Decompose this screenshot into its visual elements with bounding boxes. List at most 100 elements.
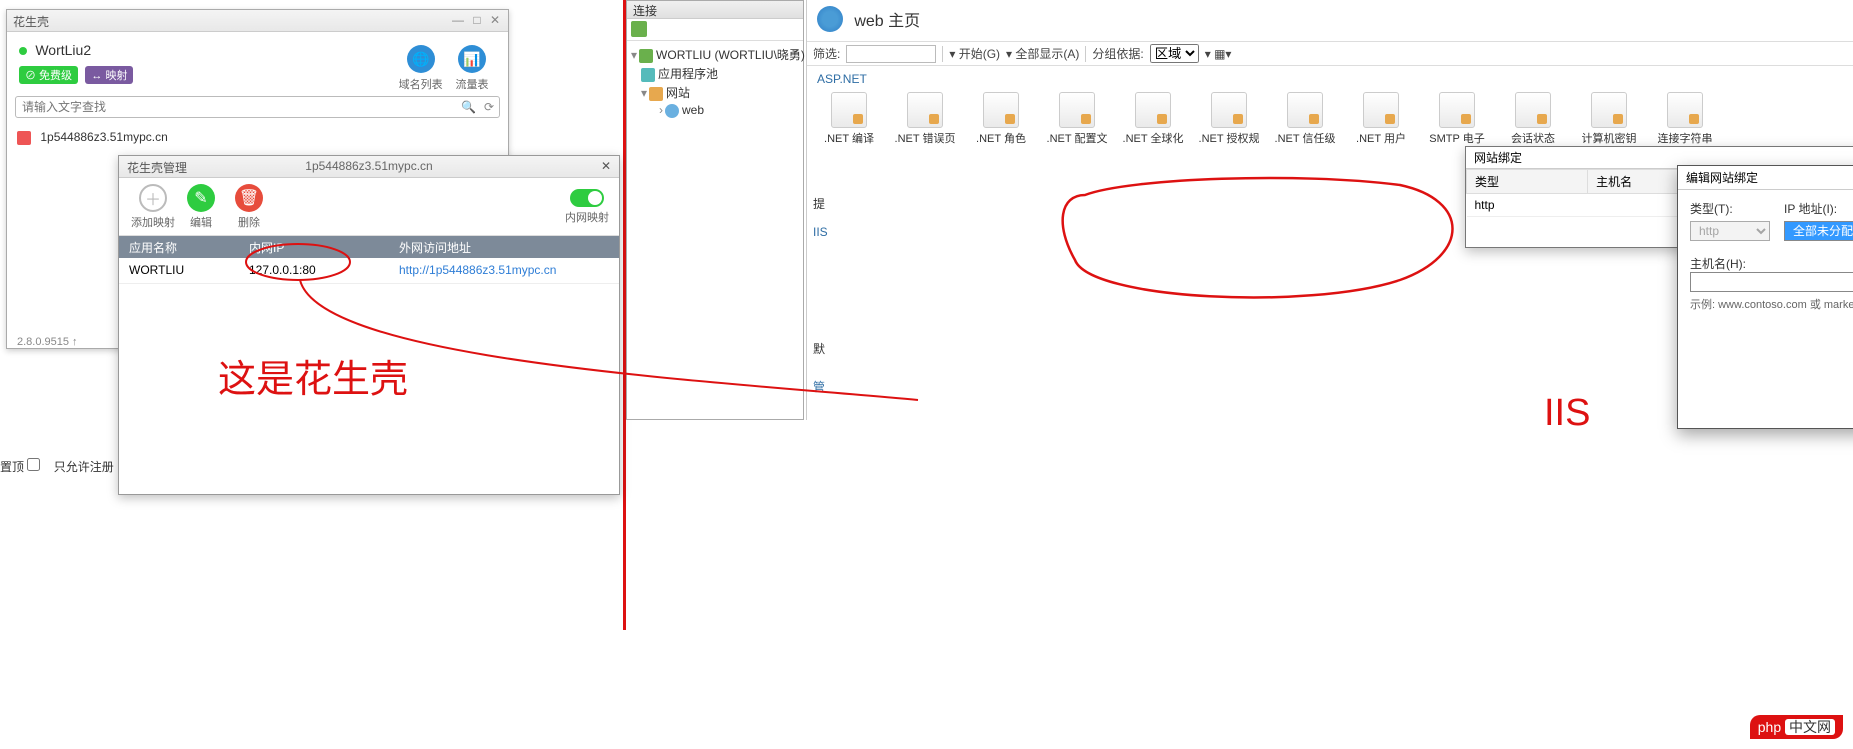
edit-binding-window: 编辑网站绑定 ? ✕ 类型(T): IP 地址(I): 端口(O): http … [1677, 165, 1853, 429]
iis-tree[interactable]: ▾WORTLIU (WORTLIU\晓勇) 应用程序池 ▾网站 ›web [627, 41, 803, 123]
maximize-icon[interactable]: □ [473, 13, 480, 27]
annotation-left: 这是花生壳 [218, 348, 408, 403]
iis-section-label: IIS [813, 225, 828, 239]
mgr-title-text: 花生壳管理 [127, 161, 187, 175]
close-icon[interactable]: ✕ [601, 159, 611, 173]
chart-icon: 📊 [458, 45, 486, 73]
flow-button[interactable]: 📊 流量表 [448, 45, 496, 92]
tree-pools[interactable]: 应用程序池 [658, 67, 718, 81]
oray-search-row: 🔍 ⟳ [15, 96, 500, 118]
groupby-select[interactable]: 区域 [1150, 44, 1199, 63]
showall-button[interactable]: 全部显示(A) [1015, 47, 1079, 61]
oray-version: 2.8.0.9515 ↑ [17, 336, 78, 348]
connections-title: 连接 [627, 1, 803, 19]
feature-item[interactable]: 会话状态 [1499, 88, 1567, 146]
feature-label: .NET 授权规 [1195, 130, 1263, 146]
feature-item[interactable]: .NET 信任级 [1271, 88, 1339, 146]
cell-url[interactable]: http://1p544886z3.51mypc.cn [389, 258, 619, 283]
watermark: php 中文网 [1750, 715, 1843, 739]
feature-label: 连接字符串 [1651, 130, 1719, 146]
connect-icon[interactable] [631, 21, 647, 37]
feature-icon [1515, 92, 1551, 128]
search-icon[interactable]: 🔍 [461, 100, 476, 114]
status-dot-icon [19, 47, 27, 55]
feature-item[interactable]: .NET 角色 [967, 88, 1035, 146]
feature-item[interactable]: 连接字符串 [1651, 88, 1719, 146]
feature-item[interactable]: 计算机密钥 [1575, 88, 1643, 146]
oray-domain-row[interactable]: 1p544886z3.51mypc.cn [7, 122, 508, 153]
feature-label: .NET 全球化 [1119, 130, 1187, 146]
feature-icon [983, 92, 1019, 128]
edit-button[interactable]: ✎编辑 [177, 184, 225, 230]
feature-icon [1667, 92, 1703, 128]
opt-pin-checkbox[interactable] [27, 458, 40, 471]
default-label: 默 [813, 340, 825, 357]
globe-icon [817, 6, 843, 32]
tree-server[interactable]: WORTLIU (WORTLIU\晓勇) [656, 48, 805, 62]
oray-username: WortLiu2 [35, 42, 91, 58]
opt-reg-label: 只允许注册 [54, 460, 114, 474]
page-title: web 主页 [854, 13, 920, 30]
start-button[interactable]: 开始(G) [959, 47, 1000, 61]
opt-pin-label: 置顶 [0, 460, 24, 474]
tree-sites[interactable]: 网站 [666, 86, 690, 100]
oray-manager-window: 花生壳管理 1p544886z3.51mypc.cn ✕ ＋添加映射 ✎编辑 🗑… [118, 155, 620, 495]
feature-item[interactable]: .NET 全球化 [1119, 88, 1187, 146]
ip-select[interactable]: 全部未分配 [1784, 221, 1853, 241]
server-icon [639, 49, 653, 63]
pool-icon [641, 68, 655, 82]
feature-icon [1363, 92, 1399, 128]
add-mapping-button[interactable]: ＋添加映射 [129, 184, 177, 230]
editbind-titlebar[interactable]: 编辑网站绑定 ? ✕ [1678, 166, 1853, 190]
table-row[interactable]: WORTLIU 127.0.0.1:80 http://1p544886z3.5… [119, 258, 619, 284]
aspnet-section: ASP.NET [807, 66, 1853, 88]
feature-icon [1591, 92, 1627, 128]
feature-item[interactable]: .NET 用户 [1347, 88, 1415, 146]
badge-map[interactable]: ↔ 映射 [85, 66, 133, 84]
feature-item[interactable]: .NET 错误页 [891, 88, 959, 146]
refresh-icon[interactable]: ⟳ [484, 100, 494, 114]
tree-web[interactable]: web [682, 103, 704, 117]
type-label: 类型(T): [1690, 200, 1770, 217]
search-input[interactable] [15, 96, 500, 118]
annotation-right: IIS [1544, 392, 1590, 435]
manage-label: 管 [813, 378, 825, 395]
feature-icon [1135, 92, 1171, 128]
filter-input[interactable] [846, 45, 936, 63]
feature-item[interactable]: SMTP 电子 [1423, 88, 1491, 146]
cell-type: http [1467, 194, 1588, 217]
domain-list-button[interactable]: 🌐 域名列表 [397, 45, 445, 92]
minimize-icon[interactable]: — [452, 13, 464, 27]
feature-item[interactable]: .NET 授权规 [1195, 88, 1263, 146]
col-type[interactable]: 类型 [1467, 170, 1588, 194]
feature-item[interactable]: .NET 编译 [815, 88, 883, 146]
feature-item[interactable]: .NET 配置文 [1043, 88, 1111, 146]
iis-page-header: web 主页 [807, 0, 1853, 42]
options-row: 置顶 只允许注册 [0, 458, 124, 475]
col-intranet-ip: 内网IP [239, 236, 389, 258]
delete-button[interactable]: 🗑删除 [225, 184, 273, 230]
ip-label: IP 地址(I): [1784, 200, 1853, 217]
feature-label: SMTP 电子 [1423, 130, 1491, 146]
badge-free[interactable]: ⊘ 免费级 [19, 66, 78, 84]
intranet-toggle[interactable]: 内网映射 [565, 189, 609, 225]
close-icon[interactable]: ✕ [490, 13, 500, 27]
host-label: 主机名(H): [1690, 255, 1853, 272]
oray-title-text: 花生壳 [13, 15, 49, 29]
feature-icon [1211, 92, 1247, 128]
feature-icon [1059, 92, 1095, 128]
host-hint: 示例: www.contoso.com 或 marketing.contoso.… [1690, 296, 1853, 312]
iis-connections-panel: 连接 ▾WORTLIU (WORTLIU\晓勇) 应用程序池 ▾网站 ›web [626, 0, 804, 420]
type-select[interactable]: http [1690, 221, 1770, 241]
feature-label: .NET 编译 [815, 130, 883, 146]
oray-titlebar[interactable]: 花生壳 — □ ✕ [7, 10, 508, 32]
groupby-label: 分组依据: [1092, 45, 1143, 62]
extra-label-ti: 提 [813, 195, 825, 212]
iis-filter-bar: 筛选: ▾ 开始(G) ▾ 全部显示(A) 分组依据: 区域 ▾ ▦▾ [807, 42, 1853, 66]
feature-icon [907, 92, 943, 128]
mgr-titlebar[interactable]: 花生壳管理 1p544886z3.51mypc.cn ✕ [119, 156, 619, 178]
connections-toolbar[interactable] [627, 19, 803, 41]
host-input[interactable] [1690, 272, 1853, 292]
bindings-title: 网站绑定 [1474, 151, 1522, 165]
col-appname: 应用名称 [119, 236, 239, 258]
